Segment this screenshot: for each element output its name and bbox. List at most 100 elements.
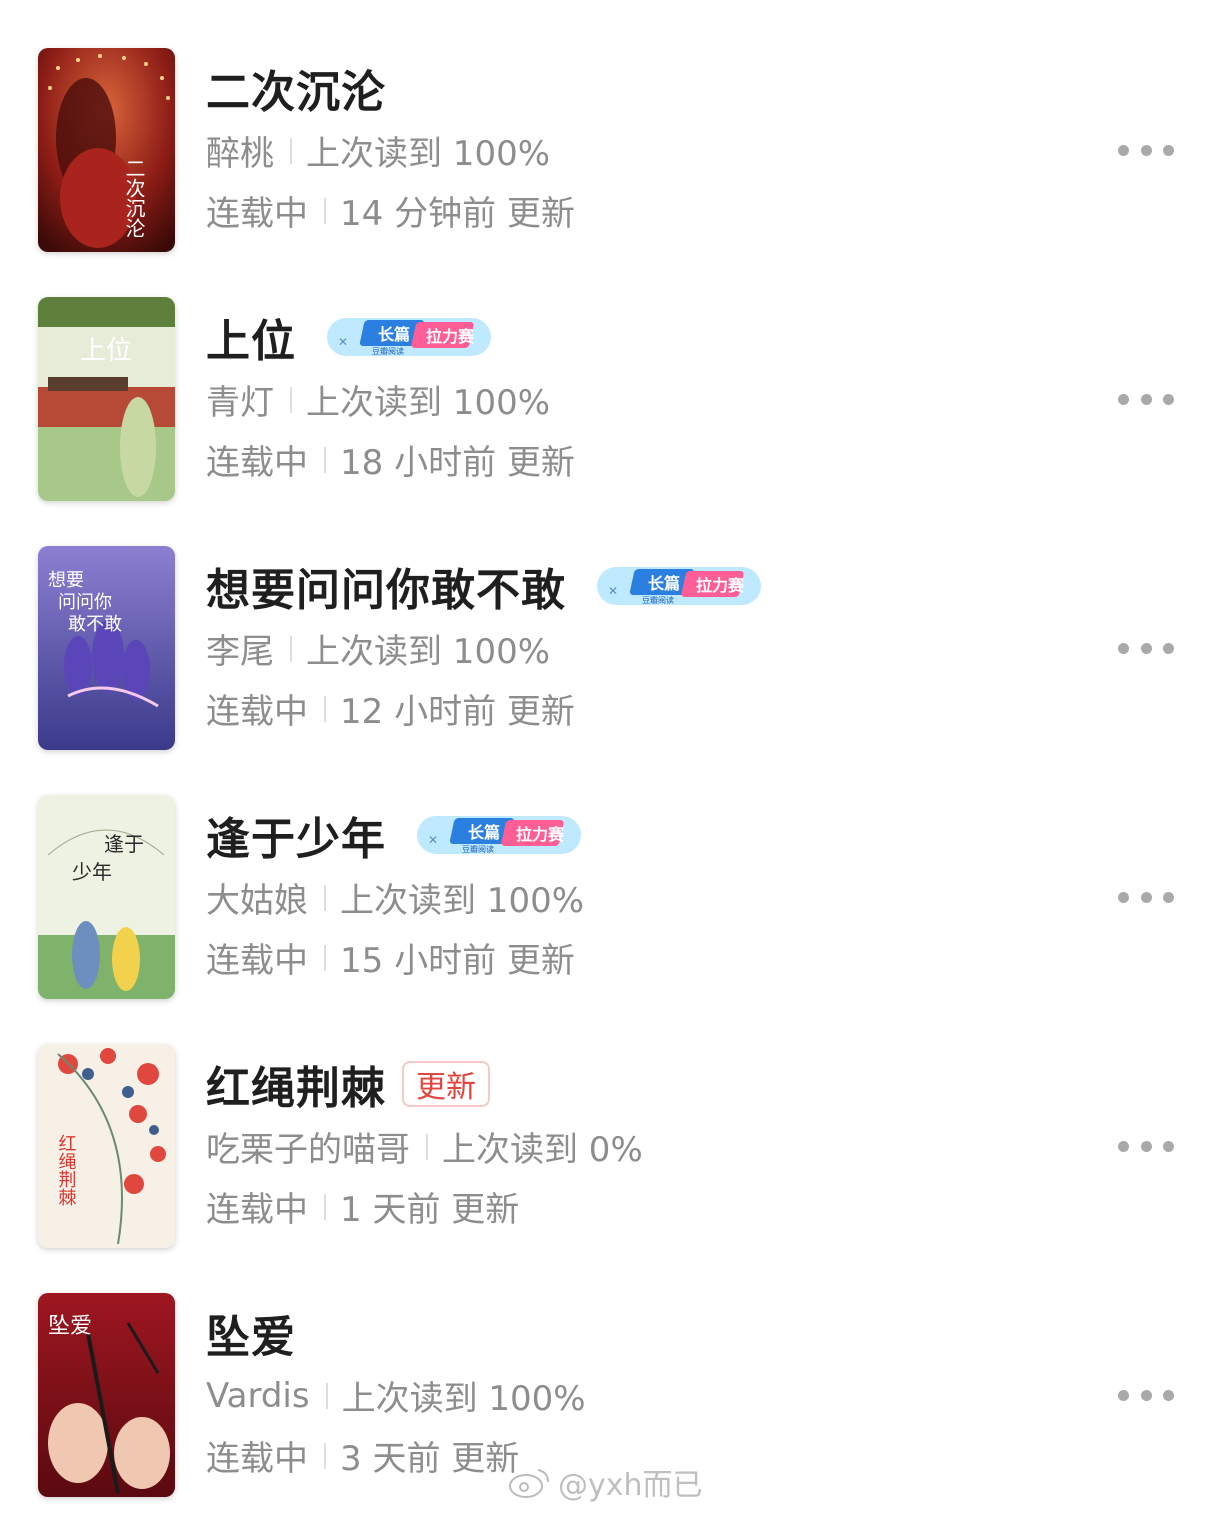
- book-title[interactable]: 坠爱: [206, 1301, 296, 1365]
- badge-text-3: 拉力赛: [696, 576, 745, 595]
- serial-status: 连载中: [206, 692, 308, 732]
- more-dot: [1140, 642, 1152, 654]
- badge-text-2: 豆瓣阅读: [372, 346, 404, 356]
- book-title[interactable]: 二次沉沦: [206, 56, 386, 120]
- divider: [324, 1193, 326, 1220]
- update-time: 14 分钟前 更新: [340, 194, 575, 234]
- serial-status: 连载中: [206, 941, 308, 981]
- divider: [290, 386, 292, 413]
- svg-text:上位: 上位: [80, 336, 132, 366]
- more-options-button[interactable]: [1118, 636, 1174, 660]
- more-dot: [1118, 393, 1129, 405]
- contest-badge: 长篇 拉力赛 豆瓣阅读 ✕: [326, 314, 492, 360]
- book-meta-status: 连载中 14 分钟前 更新: [206, 186, 575, 235]
- book-cover[interactable]: 红绳荆棘: [38, 1044, 175, 1248]
- book-meta-author: 李尾 上次读到 100%: [206, 624, 550, 673]
- title-line: 坠爱: [206, 1305, 296, 1363]
- update-time: 18 小时前 更新: [340, 443, 575, 483]
- more-dot: [1163, 1140, 1174, 1152]
- book-meta-status: 连载中 3 天前 更新: [206, 1431, 519, 1480]
- svg-text:✕: ✕: [338, 335, 348, 349]
- title-line: 红绳荆棘 更新: [206, 1056, 490, 1114]
- svg-text:二次沉沦: 二次沉沦: [122, 158, 146, 238]
- serial-status: 连载中: [206, 1439, 308, 1479]
- book-row[interactable]: 红绳荆棘 红绳荆棘 更新 吃栗子的喵哥 上次读到 0% 连载中 1 天前 更新: [0, 1044, 1206, 1254]
- svg-text:✕: ✕: [608, 584, 618, 598]
- more-dot: [1163, 1389, 1174, 1401]
- read-progress: 上次读到 100%: [306, 632, 551, 672]
- read-progress: 上次读到 100%: [341, 1379, 586, 1419]
- weibo-icon: [509, 1469, 549, 1498]
- svg-text:✕: ✕: [428, 833, 438, 847]
- divider: [324, 1442, 326, 1469]
- book-cover[interactable]: 逢于 少年: [38, 795, 175, 999]
- badge-text-3: 拉力赛: [426, 327, 475, 346]
- book-meta-status: 连载中 1 天前 更新: [206, 1182, 519, 1231]
- badge-text-2: 豆瓣阅读: [462, 844, 494, 854]
- book-cover[interactable]: 上位: [38, 297, 175, 501]
- divider: [324, 197, 326, 224]
- more-dot: [1140, 1140, 1152, 1152]
- serial-status: 连载中: [206, 1190, 308, 1230]
- divider: [324, 884, 326, 911]
- serial-status: 连载中: [206, 194, 308, 234]
- title-line: 二次沉沦: [206, 60, 386, 118]
- more-dot: [1118, 144, 1129, 156]
- book-meta-author: 醉桃 上次读到 100%: [206, 126, 550, 175]
- badge-text-1: 长篇: [378, 325, 410, 344]
- book-cover[interactable]: 坠爱: [38, 1293, 175, 1497]
- svg-text:想要: 想要: [48, 570, 84, 591]
- title-line: 逢于少年 长篇 拉力赛 豆瓣阅读 ✕: [206, 807, 582, 865]
- author-name: 醉桃: [206, 134, 274, 174]
- more-dot: [1140, 1389, 1152, 1401]
- badge-text-3: 拉力赛: [516, 825, 565, 844]
- more-options-button[interactable]: [1118, 138, 1174, 162]
- book-meta-status: 连载中 12 小时前 更新: [206, 684, 575, 733]
- book-title[interactable]: 逢于少年: [206, 803, 386, 867]
- read-progress: 上次读到 0%: [442, 1130, 643, 1170]
- divider: [290, 137, 292, 164]
- book-cover[interactable]: 想要 问问你 敢不敢: [38, 546, 175, 750]
- more-dot: [1163, 144, 1174, 156]
- more-dot: [1163, 642, 1174, 654]
- book-meta-status: 连载中 15 小时前 更新: [206, 933, 575, 982]
- read-progress: 上次读到 100%: [306, 383, 551, 423]
- contest-badge: 长篇 拉力赛 豆瓣阅读 ✕: [416, 812, 582, 858]
- update-time: 1 天前 更新: [340, 1190, 520, 1230]
- more-dot: [1118, 1140, 1129, 1152]
- svg-text:问问你: 问问你: [58, 592, 112, 613]
- book-row[interactable]: 逢于 少年 逢于少年 长篇 拉力赛 豆瓣阅读 ✕ 大姑娘 上次读到 100% 连…: [0, 795, 1206, 1005]
- badge-text-1: 长篇: [468, 823, 500, 842]
- book-meta-author: 大姑娘 上次读到 100%: [206, 873, 584, 922]
- book-row[interactable]: 上位 上位 长篇 拉力赛 豆瓣阅读 ✕ 青灯 上次读到 100% 连载中 18 …: [0, 297, 1206, 507]
- more-dot: [1140, 891, 1152, 903]
- update-time: 15 小时前 更新: [340, 941, 575, 981]
- more-options-button[interactable]: [1118, 1134, 1174, 1158]
- read-progress: 上次读到 100%: [306, 134, 551, 174]
- more-options-button[interactable]: [1118, 387, 1174, 411]
- book-row[interactable]: 想要 问问你 敢不敢 想要问问你敢不敢 长篇 拉力赛 豆瓣阅读 ✕ 李尾 上次读…: [0, 546, 1206, 756]
- author-name: 吃栗子的喵哥: [206, 1130, 410, 1170]
- book-cover[interactable]: 二次沉沦: [38, 48, 175, 252]
- book-title[interactable]: 红绳荆棘: [206, 1052, 386, 1116]
- book-meta-author: 吃栗子的喵哥 上次读到 0%: [206, 1122, 643, 1171]
- book-title[interactable]: 上位: [206, 305, 296, 369]
- more-dot: [1163, 891, 1174, 903]
- update-time: 3 天前 更新: [340, 1439, 520, 1479]
- more-options-button[interactable]: [1118, 885, 1174, 909]
- more-dot: [1118, 642, 1129, 654]
- more-options-button[interactable]: [1118, 1383, 1174, 1407]
- serial-status: 连载中: [206, 443, 308, 483]
- author-name: 李尾: [206, 632, 274, 672]
- svg-text:坠爱: 坠爱: [48, 1314, 92, 1339]
- book-row[interactable]: 二次沉沦 二次沉沦 醉桃 上次读到 100% 连载中 14 分钟前 更新: [0, 48, 1206, 258]
- read-progress: 上次读到 100%: [340, 881, 585, 921]
- badge-text-1: 长篇: [648, 574, 680, 593]
- divider: [426, 1133, 428, 1160]
- more-dot: [1118, 891, 1129, 903]
- book-meta-status: 连载中 18 小时前 更新: [206, 435, 575, 484]
- more-dot: [1163, 393, 1174, 405]
- more-dot: [1140, 393, 1152, 405]
- svg-text:敢不敢: 敢不敢: [68, 614, 122, 635]
- book-title[interactable]: 想要问问你敢不敢: [206, 554, 566, 618]
